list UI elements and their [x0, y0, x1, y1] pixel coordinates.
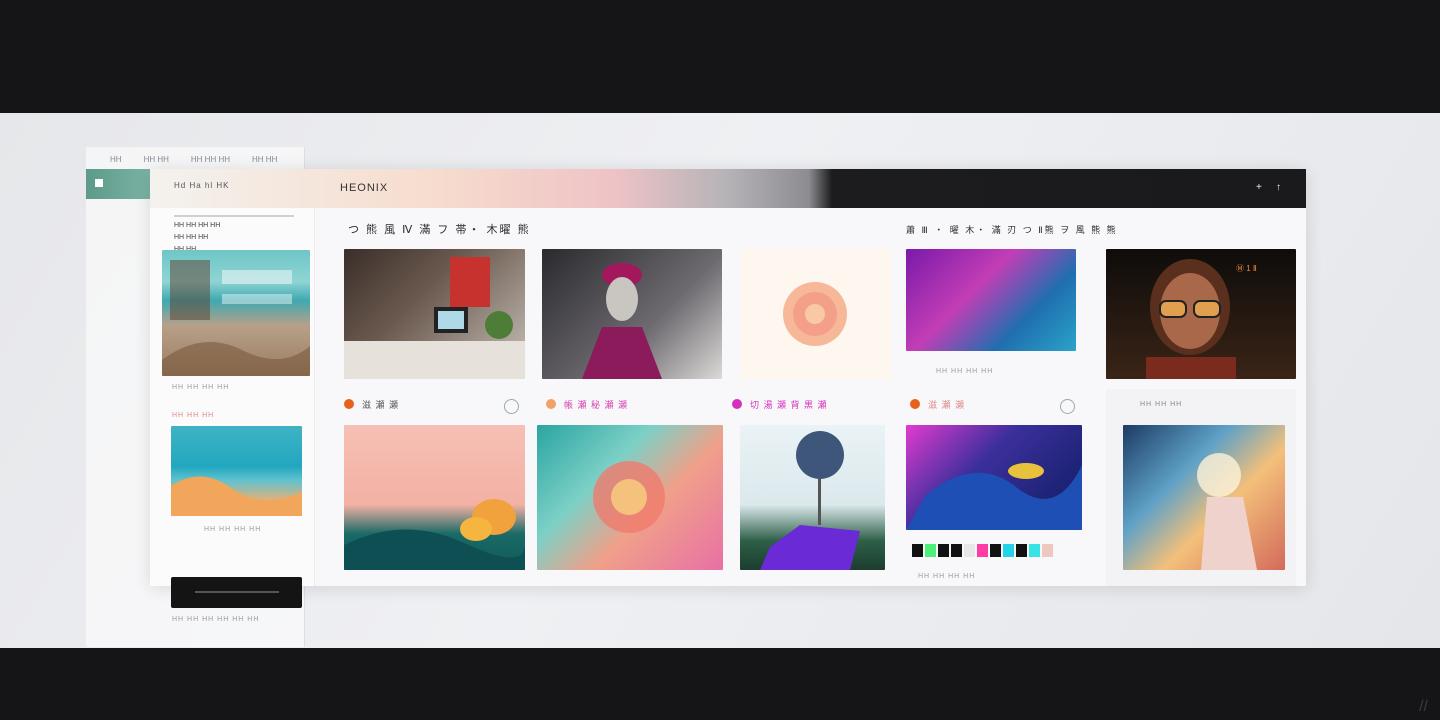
thumbnail-caption: HH HH HH HH	[204, 526, 262, 533]
man-illustration	[1146, 259, 1236, 379]
figure-illustration	[582, 263, 662, 379]
ghost-tab[interactable]: HH	[110, 155, 122, 164]
image-figure-portrait[interactable]	[542, 249, 722, 379]
card-title: HH HH HH	[1140, 401, 1183, 408]
sidebar-thumbnail-landscape[interactable]	[171, 426, 302, 516]
title-bar: Hd Ha hl HK HEONIX + ↑	[150, 169, 1306, 208]
sidebar-item[interactable]: HH HH HH	[174, 234, 208, 241]
ghost-tab-strip: HH HH HH HH HH HH HH HH	[110, 155, 277, 164]
swatch[interactable]	[1016, 544, 1027, 557]
swatch[interactable]	[990, 544, 1001, 557]
swatch[interactable]	[951, 544, 962, 557]
palette-caption: HH HH HH HH	[918, 573, 976, 580]
color-palette	[912, 544, 1053, 557]
interior-illustration	[344, 257, 525, 379]
title-nav[interactable]: Hd Ha hl HK	[174, 181, 229, 190]
card-title: 切 湯 瀬 背 黒 瀬	[750, 399, 828, 410]
sidebar-thumbnail-room[interactable]	[162, 250, 310, 376]
room-illustration	[162, 260, 310, 376]
image-moon-landscape[interactable]	[740, 425, 885, 570]
sidebar-footer: HH HH HH HH HH HH	[172, 616, 260, 623]
more-options-icon[interactable]	[504, 399, 519, 414]
image-coral-burst[interactable]	[537, 425, 723, 570]
app-window: Hd Ha hl HK HEONIX + ↑ HH HH HH HH HH HH…	[150, 169, 1306, 623]
image-flower-bloom[interactable]	[740, 249, 891, 379]
logo-mark-icon: //	[1419, 698, 1428, 715]
star-icon	[344, 399, 354, 409]
image-abstract-purple[interactable]	[906, 249, 1076, 351]
image-man-glasses[interactable]: Ⓜ 1 Ⅱ	[1106, 249, 1296, 379]
portrait-badge: Ⓜ 1 Ⅱ	[1236, 264, 1257, 273]
waves-illustration	[906, 463, 1082, 530]
share-icon[interactable]: ↑	[1276, 182, 1281, 193]
chevron-down-icon[interactable]	[1060, 399, 1075, 414]
app-title: HEONIX	[340, 182, 389, 194]
swatch[interactable]	[1042, 544, 1053, 557]
card-header: 滋 瀬 瀬	[910, 389, 965, 419]
sidebar-item[interactable]: HH HH HH HH	[174, 222, 220, 229]
thumbnail-caption: HH HH HH HH	[172, 384, 230, 391]
swatch[interactable]	[977, 544, 988, 557]
thumbnail-caption: HH HH HH	[172, 412, 215, 419]
swatch[interactable]	[912, 544, 923, 557]
sidebar: HH HH HH HH HH HH HH HH HH HH HH HH HH H…	[150, 208, 315, 623]
bloom-illustration	[783, 282, 847, 346]
ghost-tab[interactable]: HH HH	[144, 155, 169, 164]
image-sculpture-scene[interactable]	[344, 425, 525, 570]
circle-icon	[546, 399, 556, 409]
swatch[interactable]	[925, 544, 936, 557]
ghost-tab[interactable]: HH HH	[252, 155, 277, 164]
stage: HH HH HH HH HH HH HH HH Hd Ha hl HK HEON…	[0, 113, 1440, 648]
star-icon	[910, 399, 920, 409]
ghost-tab[interactable]: HH HH HH	[191, 155, 230, 164]
add-icon[interactable]: +	[1256, 182, 1262, 193]
logo-square-icon	[95, 179, 103, 187]
image-light-figure[interactable]	[1123, 425, 1285, 570]
card-title: 滋 瀬 瀬	[362, 399, 400, 410]
letterbox-top	[0, 0, 1440, 113]
image-interior[interactable]	[344, 249, 525, 379]
app-logo[interactable]	[86, 169, 150, 199]
card-header: 滋 瀬 瀬	[344, 389, 525, 419]
section-heading-left: つ 熊 風 Ⅳ 滿 フ 帯・ 木曜 熊	[348, 224, 531, 236]
coral-illustration	[593, 461, 665, 533]
sidebar-dark-button[interactable]	[171, 577, 302, 608]
swatch[interactable]	[1003, 544, 1014, 557]
landscape-illustration	[171, 476, 302, 516]
card-title: 滋 瀬 瀬	[928, 399, 966, 410]
light-figure-illustration	[1197, 453, 1257, 570]
card-title: 帳 瀬 秘 瀬 瀬	[564, 399, 629, 410]
power-icon	[732, 399, 742, 409]
image-caption: HH HH HH HH	[936, 368, 994, 375]
image-abstract-waves[interactable]	[906, 425, 1082, 530]
divider	[174, 215, 294, 217]
sculpture-illustration	[344, 499, 525, 570]
section-heading-right: 蕭 Ⅲ ・ 曜 木・ 滿 刃 つ Ⅱ熊 ヲ 風 熊 熊	[906, 225, 1118, 235]
letterbox-bottom: //	[0, 648, 1440, 720]
card-header: 切 湯 瀬 背 黒 瀬	[732, 389, 828, 419]
moon-illustration	[760, 431, 860, 570]
card-header: 帳 瀬 秘 瀬 瀬	[546, 389, 628, 419]
swatch[interactable]	[938, 544, 949, 557]
swatch[interactable]	[964, 544, 975, 557]
swatch[interactable]	[1029, 544, 1040, 557]
